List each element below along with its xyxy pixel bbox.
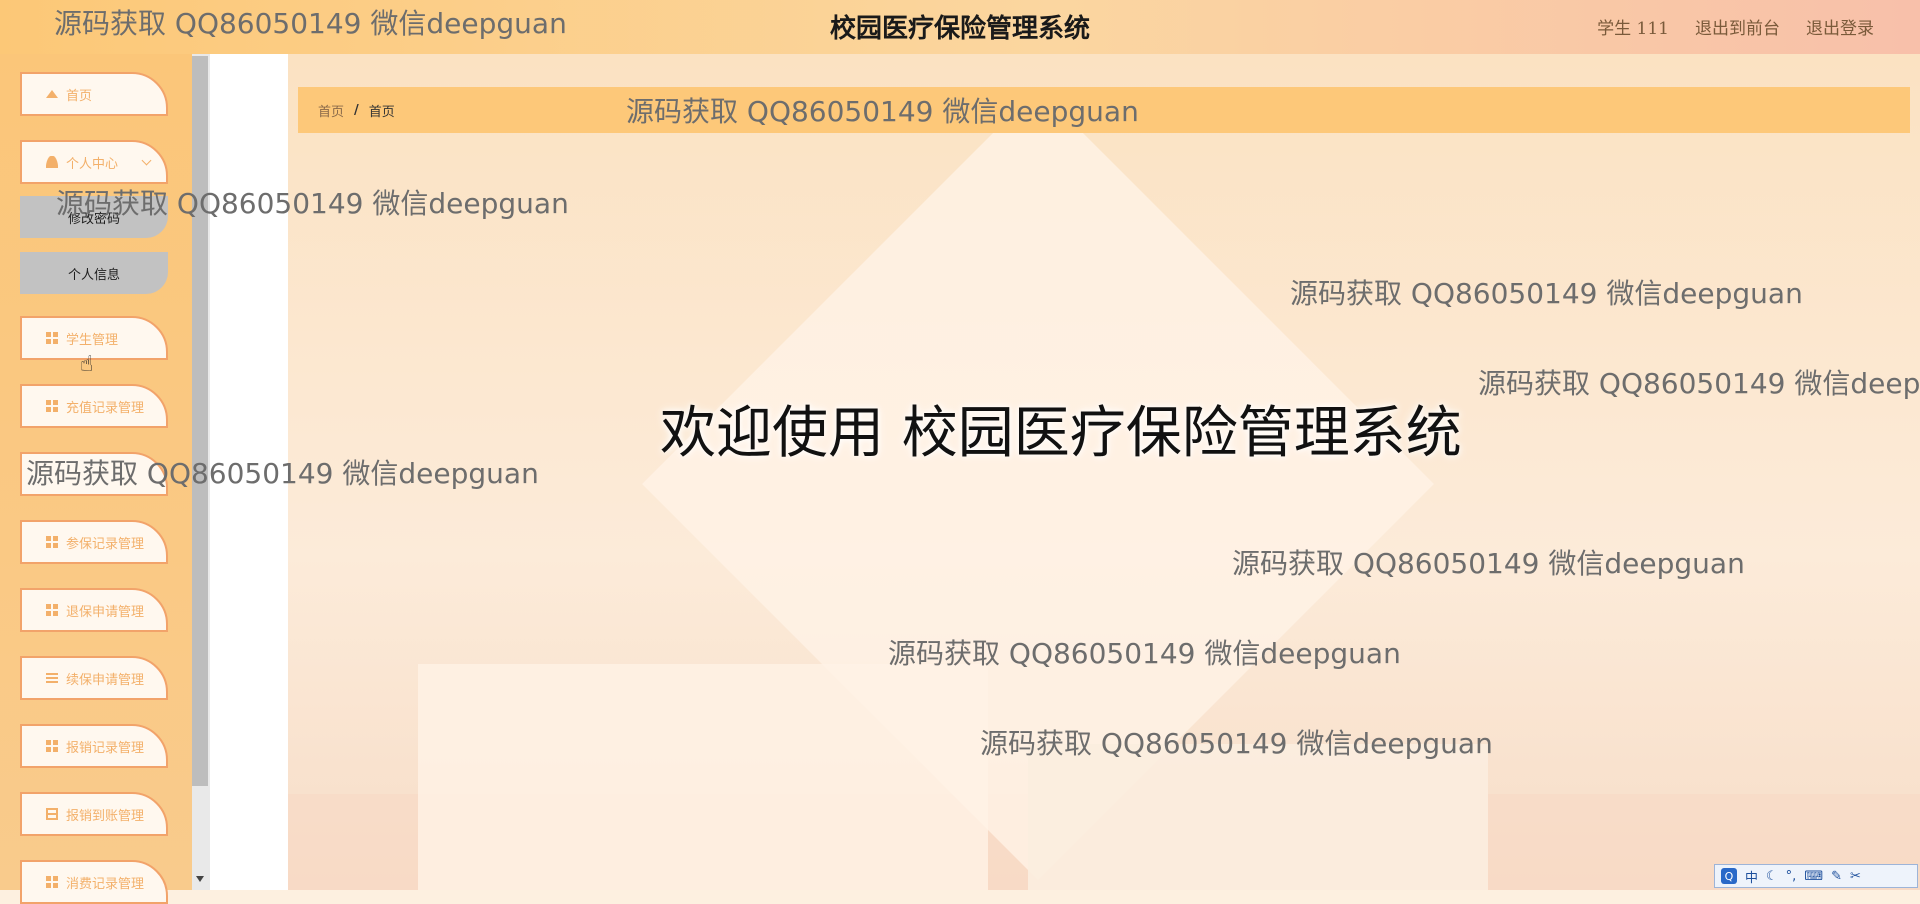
sidebar-item-home[interactable]: 首页 <box>20 72 168 116</box>
home-icon <box>46 90 58 98</box>
grid-icon <box>46 604 58 616</box>
sidebar-item-reimbursement-arrival[interactable]: 报销到账管理 <box>20 792 168 836</box>
grid-icon <box>46 536 58 548</box>
user-icon <box>46 156 58 168</box>
sidebar-item-recharge-records[interactable]: 充值记录管理 <box>20 384 168 428</box>
sidebar-item-label: 首页 <box>66 88 93 104</box>
breadcrumb-home-link[interactable]: 首页 <box>318 101 344 120</box>
breadcrumb: 首页 / 首页 <box>298 87 1910 133</box>
sidebar-subitem-personal-info[interactable]: 个人信息 <box>20 252 168 294</box>
sidebar-item-reimbursement-records[interactable]: 报销记录管理 <box>20 724 168 768</box>
grid-icon <box>46 876 58 888</box>
background-pedestal-small <box>1028 744 1488 890</box>
sidebar-item-label: 学生管理 <box>66 332 119 348</box>
welcome-title: 欢迎使用 校园医疗保险管理系统 <box>660 401 1462 466</box>
punctuation-icon[interactable]: °, <box>1786 869 1797 884</box>
pen-icon[interactable]: ✎ <box>1831 869 1842 884</box>
sidebar-item-consumption-records[interactable]: 消费记录管理 <box>20 860 168 904</box>
logout-link[interactable]: 退出登录 <box>1806 14 1874 39</box>
top-right-links: 学生 111 退出到前台 退出登录 <box>1597 14 1874 39</box>
sidebar-item-cancel-insurance[interactable]: 退保申请管理 <box>20 588 168 632</box>
sidebar-item-label: 充值记录管理 <box>66 400 145 416</box>
tool-icon[interactable]: ✂ <box>1850 869 1861 884</box>
sidebar-item-label: 参保记录管理 <box>66 536 145 552</box>
sidebar-item-hidden[interactable] <box>20 452 168 496</box>
breadcrumb-current: 首页 <box>368 104 395 120</box>
grid-icon <box>46 332 58 344</box>
user-label: 学生 111 <box>1597 19 1669 39</box>
mouse-cursor-icon: ☝ <box>80 352 94 377</box>
sidebar-item-label: 续保申请管理 <box>66 672 145 688</box>
keyboard-icon[interactable]: ⌨ <box>1804 869 1823 884</box>
back-to-front-link[interactable]: 退出到前台 <box>1695 14 1780 39</box>
list-icon <box>46 672 58 684</box>
chevron-down-icon <box>141 155 152 165</box>
sidebar-item-insurance-records[interactable]: 参保记录管理 <box>20 520 168 564</box>
background-pedestal <box>418 664 988 890</box>
moon-icon[interactable]: ☾ <box>1766 869 1778 884</box>
sidebar-subitem-change-password[interactable]: 修改密码 <box>20 196 168 238</box>
ime-logo-icon[interactable]: Q <box>1721 868 1737 884</box>
sidebar-item-label: 消费记录管理 <box>66 876 145 892</box>
grid-icon <box>46 400 58 412</box>
sidebar-item-student-management[interactable]: 学生管理 <box>20 316 168 360</box>
grid-icon <box>46 740 58 752</box>
scroll-down-icon[interactable] <box>196 876 204 882</box>
sidebar-item-label: 报销到账管理 <box>66 808 145 824</box>
sidebar-item-renew-insurance[interactable]: 续保申请管理 <box>20 656 168 700</box>
main-background <box>288 54 1920 890</box>
sidebar-item-personal-center[interactable]: 个人中心 <box>20 140 168 184</box>
top-bar: 校园医疗保险管理系统 学生 111 退出到前台 退出登录 <box>0 0 1920 54</box>
ime-toolbar[interactable]: Q 中 ☾ °, ⌨ ✎ ✂ <box>1714 864 1918 888</box>
sidebar-scrollbar-thumb[interactable] <box>192 56 208 786</box>
ime-mode-toggle[interactable]: 中 <box>1745 867 1758 886</box>
table-icon <box>46 808 58 820</box>
content-gutter <box>210 54 288 890</box>
sidebar-item-label: 报销记录管理 <box>66 740 145 756</box>
sidebar-item-label: 个人中心 <box>66 156 119 172</box>
breadcrumb-separator: / <box>354 102 359 118</box>
sidebar-item-label: 退保申请管理 <box>66 604 145 620</box>
